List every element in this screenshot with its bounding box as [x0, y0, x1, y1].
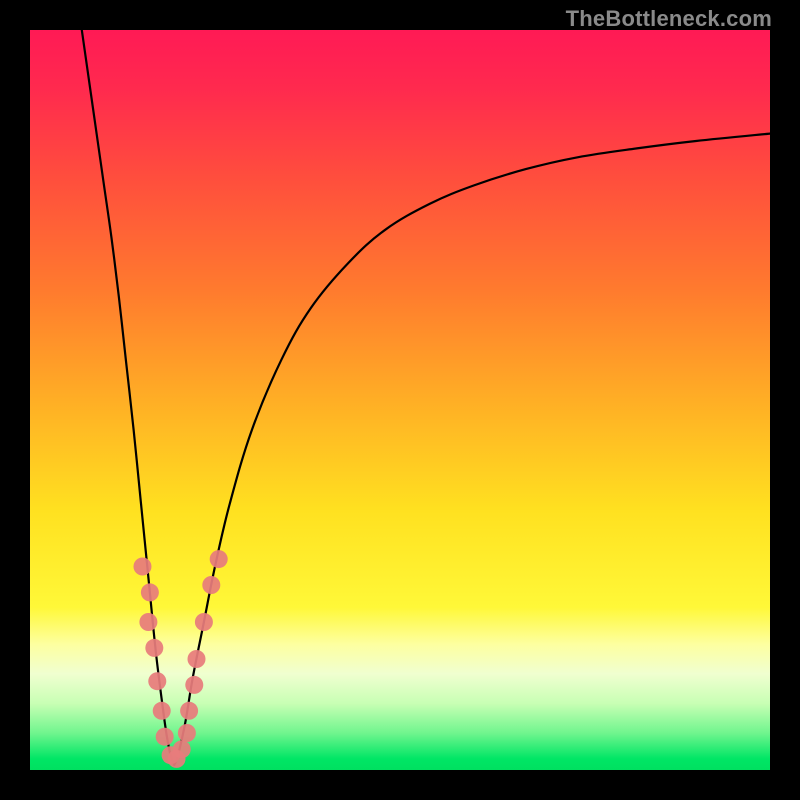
data-point-marker: [180, 702, 198, 720]
data-point-marker: [156, 728, 174, 746]
data-point-marker: [153, 702, 171, 720]
data-point-marker: [145, 639, 163, 657]
chart-frame: TheBottleneck.com: [0, 0, 800, 800]
data-point-marker: [178, 724, 196, 742]
watermark-text: TheBottleneck.com: [566, 6, 772, 32]
data-point-marker: [148, 672, 166, 690]
data-point-marker: [133, 558, 151, 576]
data-point-marker: [173, 740, 191, 758]
data-point-marker: [141, 583, 159, 601]
data-point-marker: [210, 550, 228, 568]
data-point-marker: [195, 613, 213, 631]
data-point-marker: [202, 576, 220, 594]
curve-right-branch: [174, 134, 770, 765]
data-point-marker: [139, 613, 157, 631]
plot-area: [30, 30, 770, 770]
curve-layer: [30, 30, 770, 770]
curve-left-branch: [82, 30, 175, 765]
data-point-marker: [185, 676, 203, 694]
data-point-marker: [188, 650, 206, 668]
